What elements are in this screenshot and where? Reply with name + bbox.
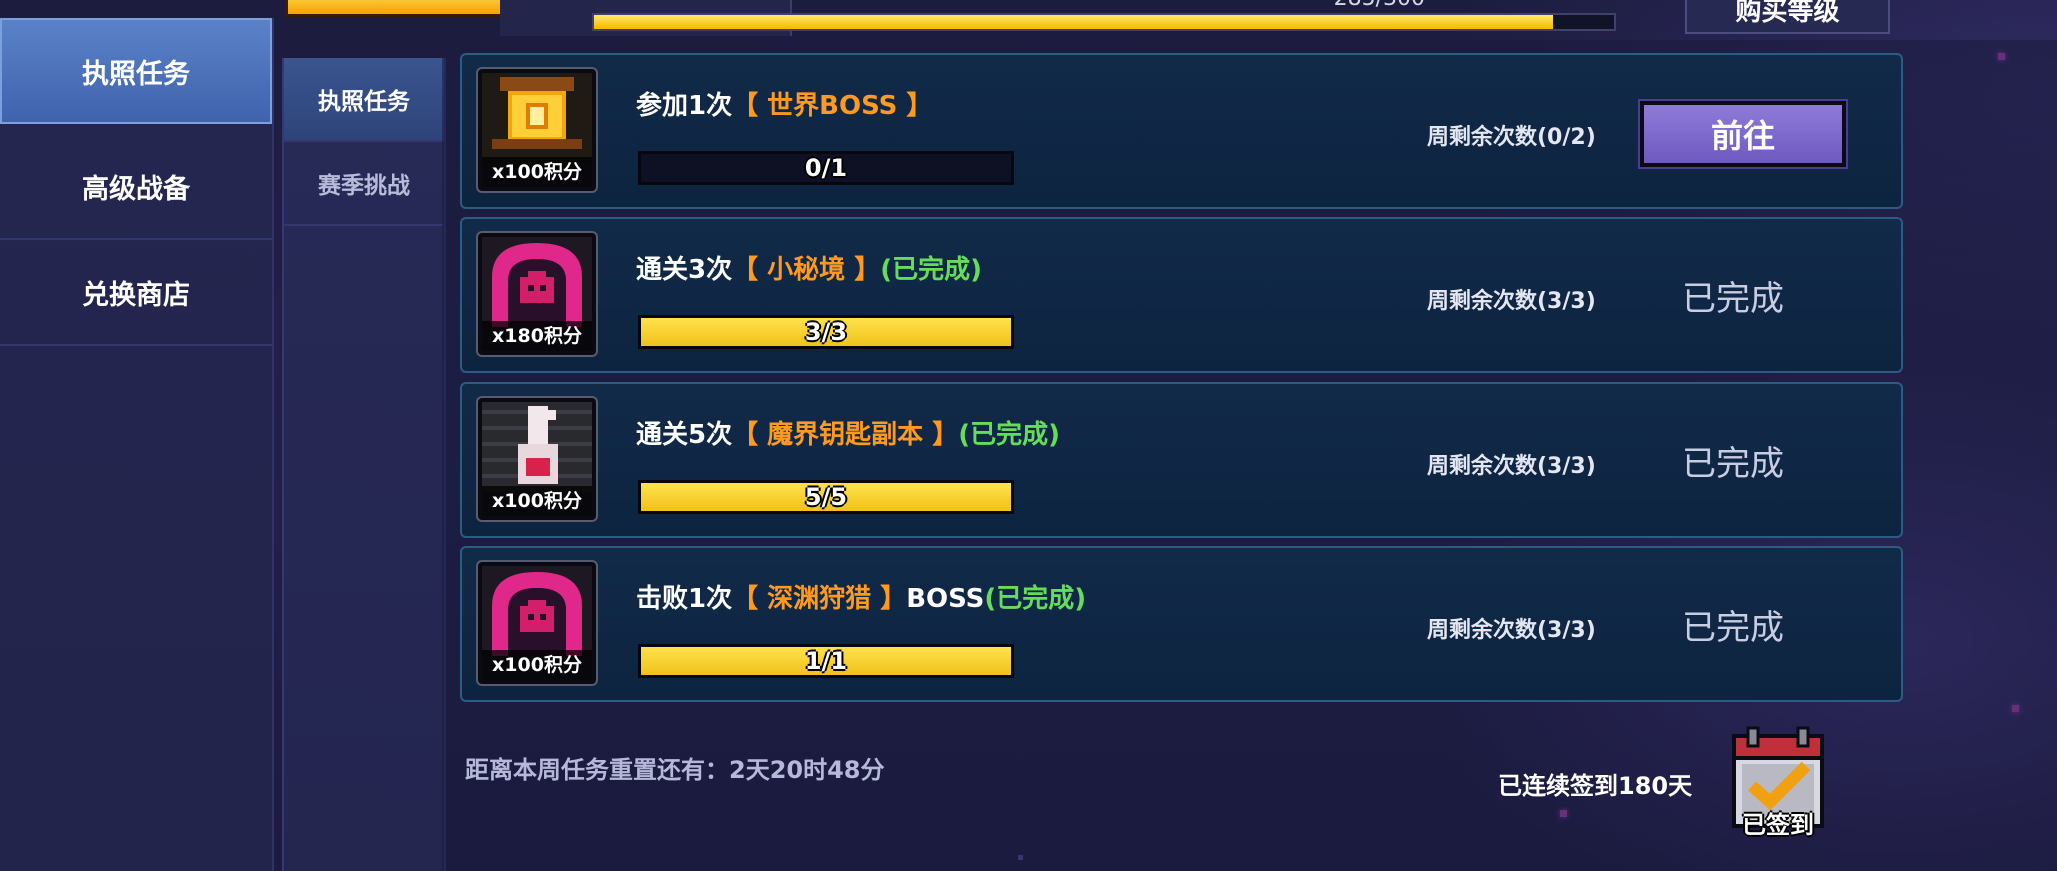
left-nav: 执照任务 高级战备 兑换商店 xyxy=(0,18,274,871)
task-progress-bar: 3/3 xyxy=(638,315,1014,349)
completed-label: 已完成 xyxy=(1682,279,1784,319)
level-progress-fill xyxy=(594,15,1553,29)
task-progress-bar: 5/5 xyxy=(638,480,1014,514)
golden-chest-icon xyxy=(482,73,592,163)
key-icon xyxy=(482,402,592,492)
task-status: (已完成) xyxy=(880,255,982,285)
task-prefix: 通关3次 xyxy=(636,255,733,285)
completed-label: 已完成 xyxy=(1682,444,1784,484)
task-status: (已完成) xyxy=(958,420,1060,450)
weekly-remaining-count: 周剩余次数(3/3) xyxy=(1427,454,1596,479)
task-prefix: 参加1次 xyxy=(636,91,733,121)
task-progress-bar: 0/1 xyxy=(638,151,1014,185)
task-status: (已完成) xyxy=(984,584,1087,614)
task-target: 【 深渊狩猎 】 xyxy=(732,584,907,614)
level-progress-text: 285/300 xyxy=(1334,0,1425,11)
points-label: x180积分 xyxy=(482,321,592,351)
weekly-remaining-count: 周剩余次数(3/3) xyxy=(1427,618,1596,643)
portal-icon: x100积分 xyxy=(476,560,598,686)
sub-nav: 执照任务 赛季挑战 xyxy=(282,58,446,871)
level-badge xyxy=(285,0,511,17)
task-progress-label: 3/3 xyxy=(804,318,848,346)
task-row: x100积分 参加1次【 世界BOSS 】 0/1 周剩余次数(0/2) 前往 xyxy=(460,53,1903,209)
task-prefix: 通关5次 xyxy=(636,420,733,450)
task-target: 【 世界BOSS 】 xyxy=(732,91,933,121)
buy-level-button[interactable]: 购买等级 xyxy=(1685,0,1890,34)
points-label: x100积分 xyxy=(482,650,592,680)
portal-icon xyxy=(482,237,592,327)
points-label: x100积分 xyxy=(482,157,592,187)
task-row: x180积分 通关3次【 小秘境 】(已完成) 3/3 周剩余次数(3/3) 已… xyxy=(460,217,1903,373)
points-label: x100积分 xyxy=(482,486,592,516)
key-icon: x100积分 xyxy=(476,396,598,522)
task-progress-bar: 1/1 xyxy=(638,644,1014,678)
signed-in-label: 已签到 xyxy=(1742,811,1814,839)
task-progress-label: 1/1 xyxy=(804,647,848,675)
task-row: x100积分 击败1次【 深渊狩猎 】BOSS(已完成) 1/1 周剩余次数(3… xyxy=(460,546,1903,702)
level-progress-bar xyxy=(592,13,1616,31)
weekly-remaining-count: 周剩余次数(3/3) xyxy=(1427,289,1596,314)
nav-item-license-tasks[interactable]: 执照任务 xyxy=(0,18,272,124)
task-progress-label: 5/5 xyxy=(804,483,848,511)
task-progress-label: 0/1 xyxy=(804,154,848,182)
task-row: x100积分 通关5次【 魔界钥匙副本 】(已完成) 5/5 周剩余次数(3/3… xyxy=(460,382,1903,538)
sign-in-streak: 已连续签到180天 xyxy=(1498,772,1693,800)
nav-item-exchange-shop[interactable]: 兑换商店 xyxy=(0,240,272,346)
task-description: 通关3次【 小秘境 】(已完成) xyxy=(636,249,982,286)
tab-season-challenge[interactable]: 赛季挑战 xyxy=(284,142,444,226)
task-description: 击败1次【 深渊狩猎 】BOSS(已完成) xyxy=(636,578,1086,615)
task-prefix: 击败1次 xyxy=(636,584,733,614)
top-bar: 285/300 购买等级 xyxy=(285,0,1900,36)
task-target: 【 魔界钥匙副本 】 xyxy=(732,420,959,450)
weekly-remaining-count: 周剩余次数(0/2) xyxy=(1427,125,1596,150)
tab-license-tasks[interactable]: 执照任务 xyxy=(284,58,444,142)
task-suffix: BOSS xyxy=(906,584,985,614)
completed-label: 已完成 xyxy=(1682,608,1784,648)
task-description: 通关5次【 魔界钥匙副本 】(已完成) xyxy=(636,414,1060,451)
go-button[interactable]: 前往 xyxy=(1638,99,1848,169)
weekly-reset-timer: 距离本周任务重置还有：2天20时48分 xyxy=(465,756,885,784)
portal-icon: x180积分 xyxy=(476,231,598,357)
task-description: 参加1次【 世界BOSS 】 xyxy=(636,85,932,122)
portal-icon xyxy=(482,566,592,656)
task-target: 【 小秘境 】 xyxy=(732,255,881,285)
nav-item-advanced-gear[interactable]: 高级战备 xyxy=(0,134,272,240)
golden-chest-icon: x100积分 xyxy=(476,67,598,193)
